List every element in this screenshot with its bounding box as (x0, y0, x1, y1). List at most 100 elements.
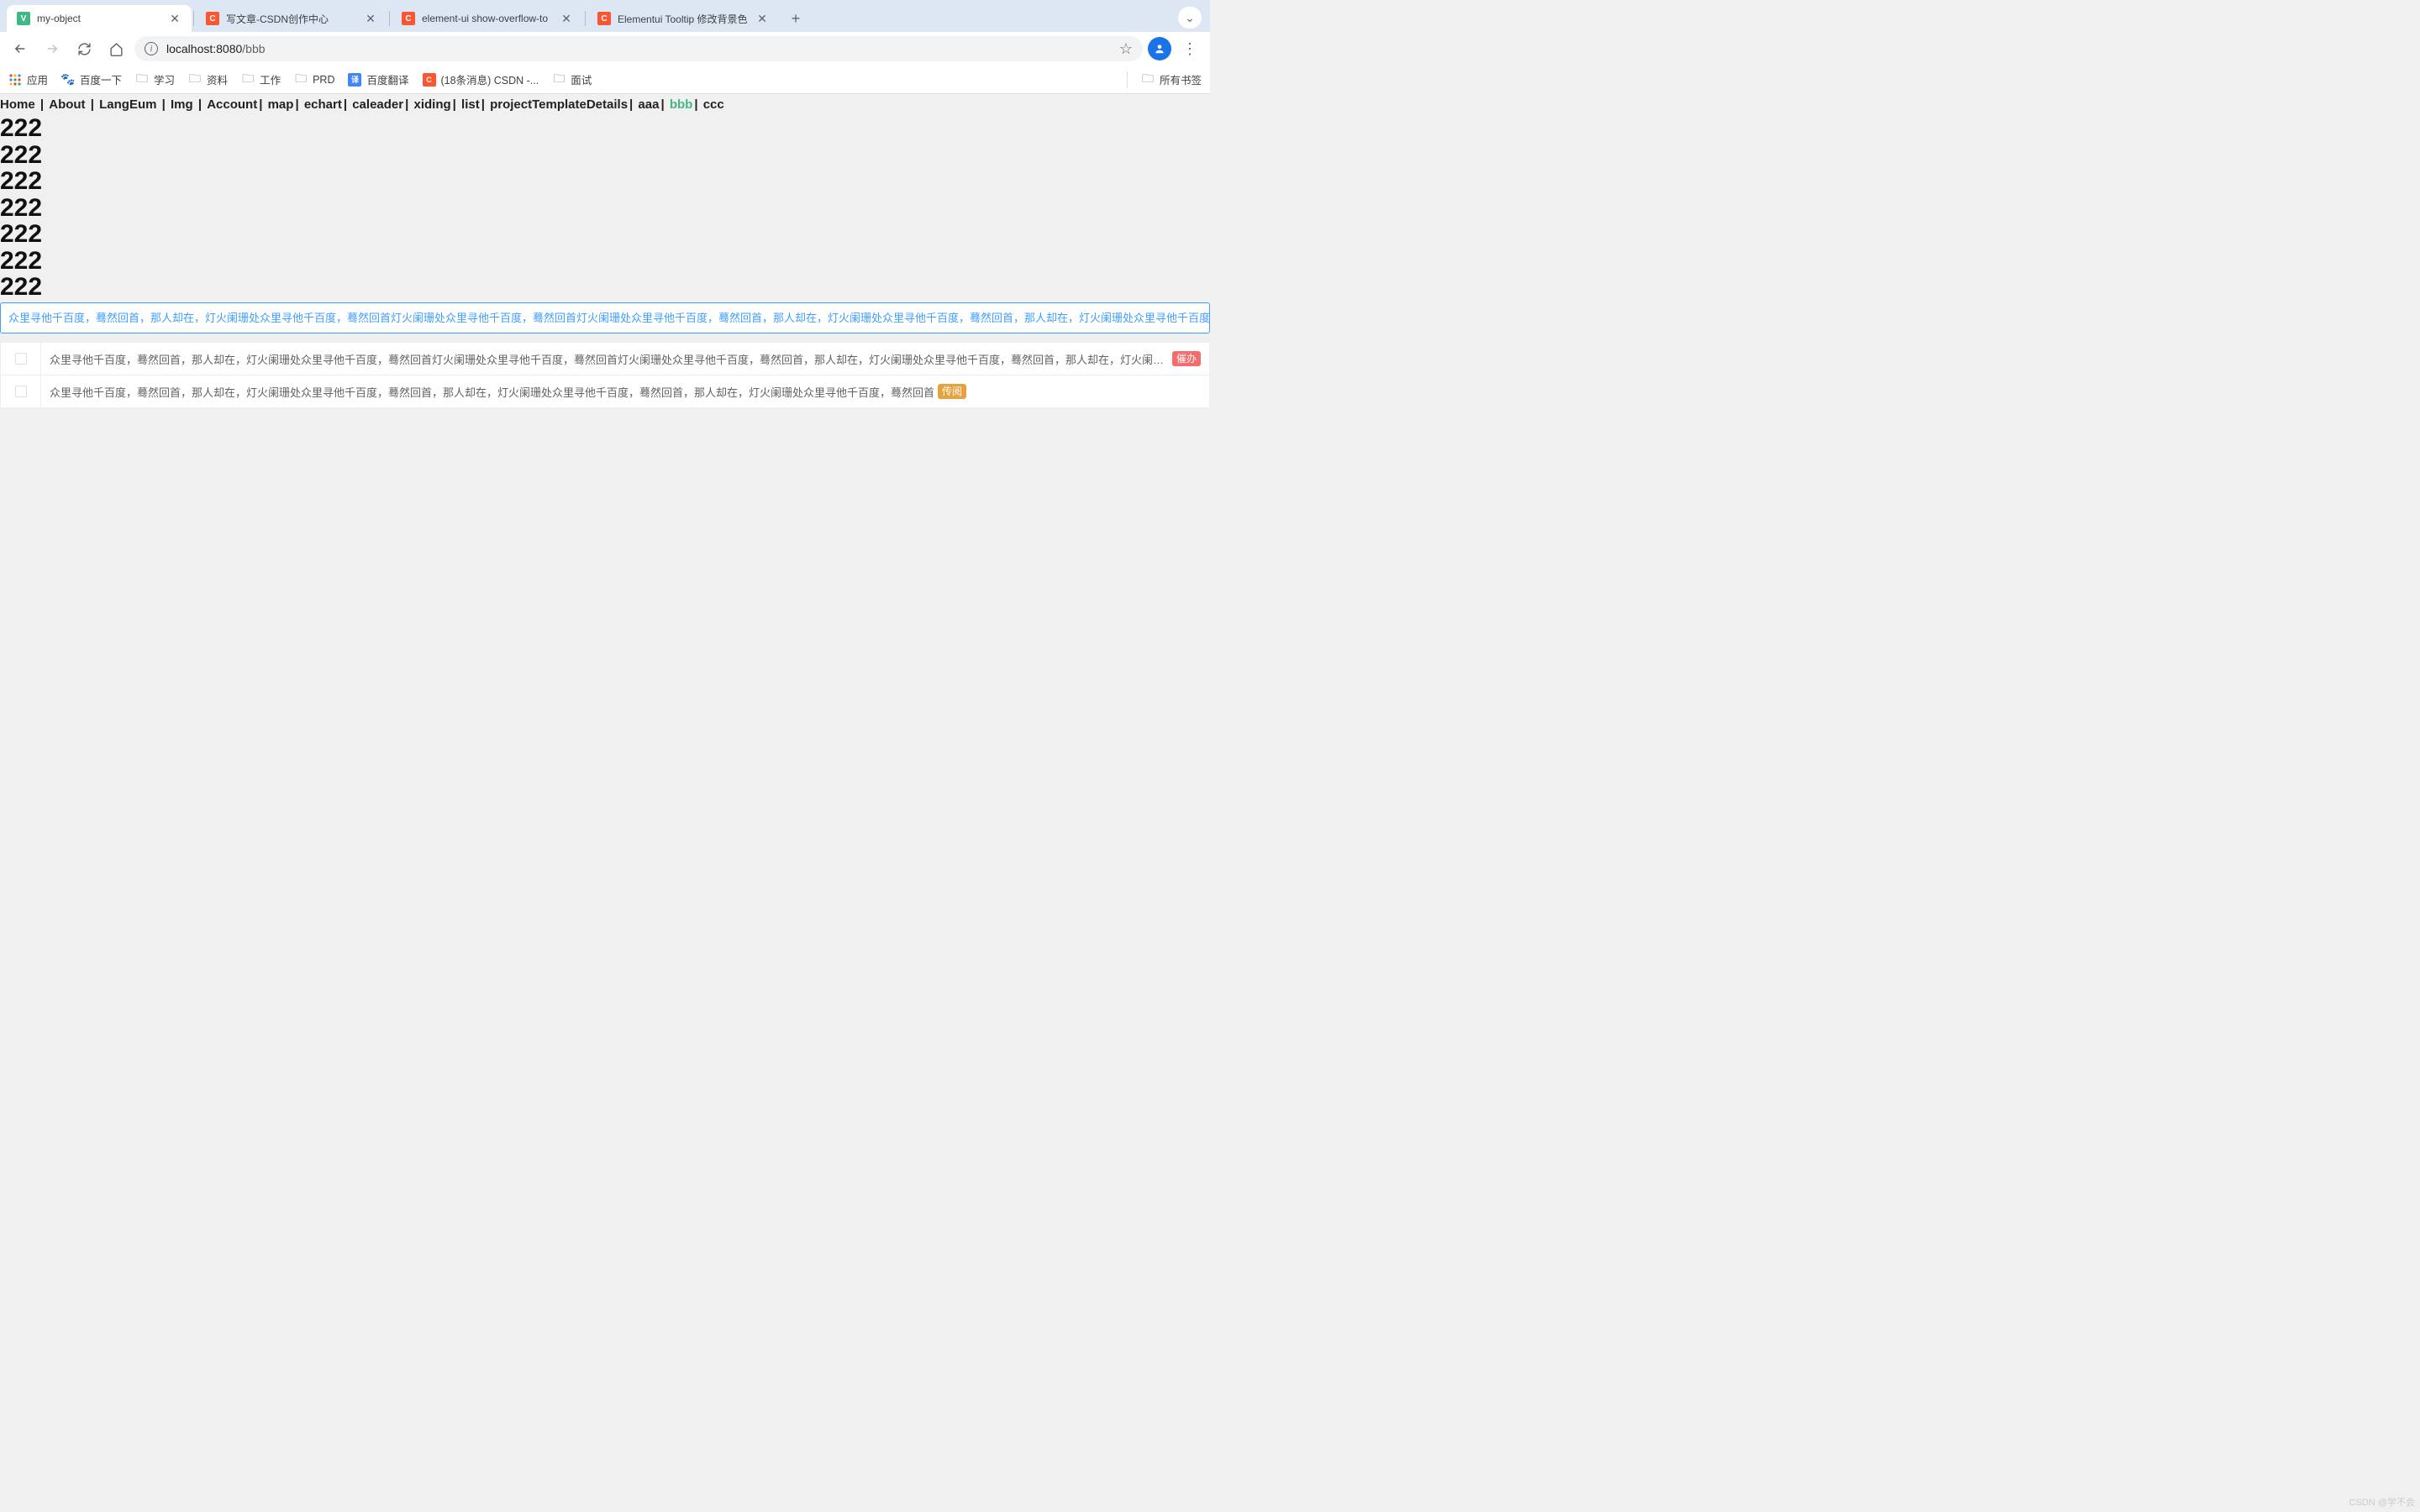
repeated-text-block: 222222222222222222222 (0, 115, 1210, 301)
checkbox-cell (1, 375, 41, 407)
nav-separator: | (87, 97, 98, 112)
nav-link-ccc[interactable]: ccc (703, 97, 724, 112)
bookmark-label: 工作 (260, 71, 281, 87)
bookmark-label: 资料 (207, 71, 228, 87)
tabs-dropdown-button[interactable]: ⌄ (1178, 7, 1202, 29)
bookmark-item[interactable]: 🗀资料 (188, 71, 228, 87)
nav-link-echart[interactable]: echart (304, 97, 342, 112)
nav-link-langeum[interactable]: LangEum (99, 97, 156, 112)
nav-separator: | (344, 97, 350, 112)
tab-close-icon[interactable]: ✕ (168, 12, 182, 25)
content-cell[interactable]: 众里寻他千百度，蓦然回首，那人却在，灯火阑珊处众里寻他千百度，蓦然回首，那人却在… (41, 384, 1209, 400)
bookmark-label: PRD (313, 74, 334, 86)
baidu-icon: 🐾 (61, 73, 75, 87)
csdn-favicon-icon: C (206, 12, 219, 25)
nav-separator: | (481, 97, 488, 112)
status-badge: 传阅 (938, 384, 966, 399)
tab-close-icon[interactable]: ✕ (364, 12, 377, 25)
forward-button[interactable] (39, 35, 66, 62)
nav-link-about[interactable]: About (49, 97, 85, 112)
tab-close-icon[interactable]: ✕ (560, 12, 573, 25)
bookmark-label: 百度一下 (80, 71, 122, 87)
nav-link-account[interactable]: Account (207, 97, 257, 112)
browser-tab[interactable]: Vmy-object ✕ (7, 5, 192, 32)
content-cell[interactable]: 众里寻他千百度，蓦然回首，那人却在，灯火阑珊处众里寻他千百度，蓦然回首灯火阑珊处… (41, 351, 1209, 367)
home-button[interactable] (103, 35, 129, 62)
toolbar: i localhost:8080/bbb ☆ ⋮ (0, 32, 1210, 66)
apps-icon (8, 73, 22, 87)
back-button[interactable] (7, 35, 34, 62)
nav-separator: | (694, 97, 701, 112)
checkbox[interactable] (15, 386, 27, 397)
folder-icon: 🗀 (294, 73, 308, 87)
tooltip-arrow-icon (134, 328, 146, 333)
nav-link-home[interactable]: Home (0, 97, 35, 112)
bookmark-item[interactable]: 🐾 百度一下 (61, 71, 122, 87)
nav-separator: | (660, 97, 667, 112)
table-row: 众里寻他千百度，蓦然回首，那人却在，灯火阑珊处众里寻他千百度，蓦然回首，那人却在… (1, 375, 1209, 407)
heading-number: 222 (0, 115, 1210, 142)
nav-link-list[interactable]: list (461, 97, 480, 112)
bookmark-item[interactable]: 🗀工作 (241, 71, 281, 87)
nav-link-projecttemplatedetails[interactable]: projectTemplateDetails (490, 97, 628, 112)
home-icon (109, 42, 124, 56)
heading-number: 222 (0, 195, 1210, 222)
nav-link-caleader[interactable]: caleader (352, 97, 403, 112)
apps-button[interactable]: 应用 (8, 71, 48, 87)
bookmark-item[interactable]: 🗀 学习 (135, 71, 175, 87)
bookmark-item[interactable]: 译百度翻译 (348, 71, 408, 87)
tab-title: my-object (37, 13, 163, 24)
profile-button[interactable] (1148, 37, 1171, 60)
url-host: localhost:8080 (166, 42, 242, 55)
heading-number: 222 (0, 168, 1210, 195)
nav-separator: | (453, 97, 460, 112)
site-info-icon[interactable]: i (145, 42, 158, 55)
bookmark-label: 学习 (154, 71, 175, 87)
bookmark-item[interactable]: 🗀 PRD (294, 73, 334, 87)
checkbox-cell (1, 343, 41, 375)
browser-tab[interactable]: Celement-ui show-overflow-to✕ (392, 5, 583, 32)
arrow-left-icon (13, 41, 28, 56)
checkbox[interactable] (15, 353, 27, 365)
tab-title: 写文章-CSDN创作中心 (226, 12, 359, 26)
nav-link-map[interactable]: map (268, 97, 294, 112)
heading-number: 222 (0, 248, 1210, 275)
browser-tab[interactable]: CElementui Tooltip 修改背景色✕ (587, 5, 779, 32)
folder-icon: 🗀 (135, 73, 149, 87)
status-badge: 催办 (1172, 351, 1201, 366)
arrow-right-icon (45, 41, 60, 56)
folder-icon: 🗀 (552, 73, 566, 87)
nav-link-aaa[interactable]: aaa (638, 97, 659, 112)
tab-separator (193, 11, 194, 26)
nav-link-img[interactable]: Img (171, 97, 193, 112)
csdn-favicon-icon: C (402, 12, 415, 25)
reload-icon (77, 42, 92, 56)
nav-link-xiding[interactable]: xiding (413, 97, 450, 112)
heading-number: 222 (0, 274, 1210, 301)
data-table: 众里寻他千百度，蓦然回首，那人却在，灯火阑珊处众里寻他千百度，蓦然回首灯火阑珊处… (0, 342, 1210, 408)
tabs-overflow: ⌄ (1178, 7, 1202, 29)
nav-separator: | (405, 97, 412, 112)
csdn-icon: C (423, 73, 436, 87)
profile-icon (1154, 43, 1165, 55)
reload-button[interactable] (71, 35, 97, 62)
menu-button[interactable]: ⋮ (1176, 35, 1203, 62)
tab-separator (389, 11, 390, 26)
tabs-bar: Vmy-object✕C写文章-CSDN创作中心✕Celement-ui sho… (0, 0, 1210, 32)
all-bookmarks-button[interactable]: 🗀 所有书签 (1141, 71, 1202, 87)
address-bar[interactable]: i localhost:8080/bbb ☆ (134, 36, 1143, 61)
bookmark-star-icon[interactable]: ☆ (1119, 40, 1133, 58)
folder-icon: 🗀 (1141, 73, 1155, 87)
browser-tab[interactable]: C 写文章-CSDN创作中心 ✕ (196, 5, 387, 32)
table-row: 众里寻他千百度，蓦然回首，那人却在，灯火阑珊处众里寻他千百度，蓦然回首灯火阑珊处… (1, 342, 1209, 375)
bookmarks-bar: 应用 🐾百度一下🗀学习🗀资料🗀工作🗀PRD译百度翻译C(18条消息) CSDN … (0, 66, 1210, 94)
bookmark-label: 百度翻译 (366, 71, 408, 87)
new-tab-button[interactable]: + (784, 7, 808, 30)
bookmarks-separator (1127, 71, 1128, 88)
nav-link-bbb[interactable]: bbb (670, 97, 693, 112)
tab-close-icon[interactable]: ✕ (755, 12, 769, 25)
vue-favicon-icon: V (17, 12, 30, 25)
bookmark-item[interactable]: 🗀面试 (552, 71, 592, 87)
bookmark-item[interactable]: C (18条消息) CSDN -... (423, 71, 539, 87)
bookmark-label: (18条消息) CSDN -... (441, 71, 539, 87)
